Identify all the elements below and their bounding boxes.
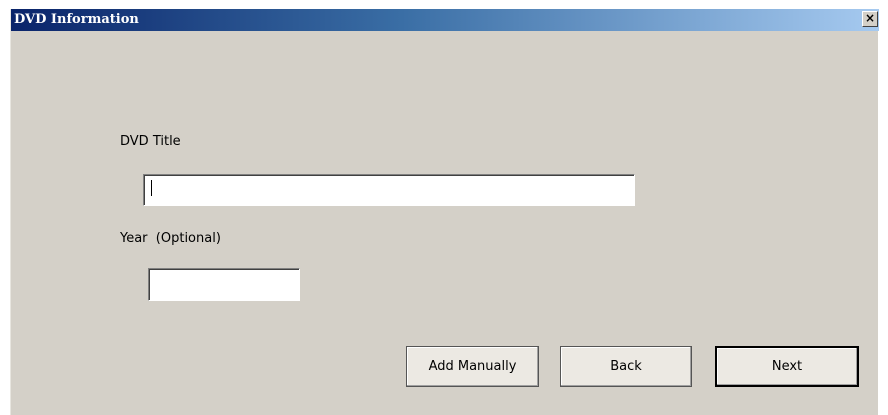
next-button[interactable]: Next bbox=[715, 346, 859, 387]
year-label: Year (Optional) bbox=[120, 231, 221, 246]
dvd-title-input[interactable] bbox=[143, 174, 635, 206]
dvd-information-dialog: DVD Information × DVD Title Year (Option… bbox=[10, 9, 879, 415]
dvd-title-label: DVD Title bbox=[120, 134, 181, 149]
title-bar[interactable]: DVD Information × bbox=[11, 9, 879, 31]
text-caret bbox=[151, 180, 152, 196]
window-title: DVD Information bbox=[14, 12, 139, 27]
close-button[interactable]: × bbox=[862, 11, 878, 27]
back-button[interactable]: Back bbox=[560, 346, 692, 387]
add-manually-button[interactable]: Add Manually bbox=[406, 346, 539, 387]
close-icon: × bbox=[864, 11, 876, 25]
year-input[interactable] bbox=[148, 268, 300, 301]
